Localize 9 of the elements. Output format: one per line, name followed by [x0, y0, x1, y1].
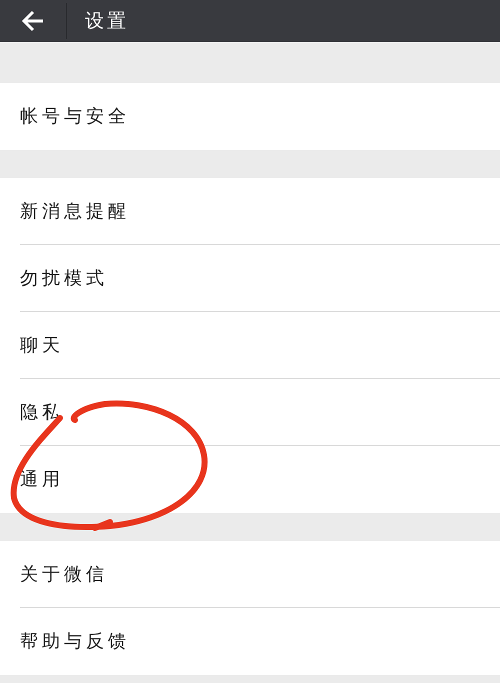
settings-item[interactable]: 新消息提醒 — [20, 198, 130, 224]
settings-item[interactable]: 帮助与反馈 — [20, 628, 130, 655]
settings-item[interactable]: 帐号与安全 — [20, 103, 130, 130]
page-title: 设置 — [85, 8, 129, 34]
settings-item[interactable]: 关于微信 — [20, 560, 108, 588]
settings-item[interactable]: 勿扰模式 — [20, 264, 108, 292]
back-icon — [21, 10, 45, 32]
settings-item[interactable]: 聊天 — [20, 332, 64, 358]
settings-item[interactable]: 通用 — [20, 466, 64, 493]
